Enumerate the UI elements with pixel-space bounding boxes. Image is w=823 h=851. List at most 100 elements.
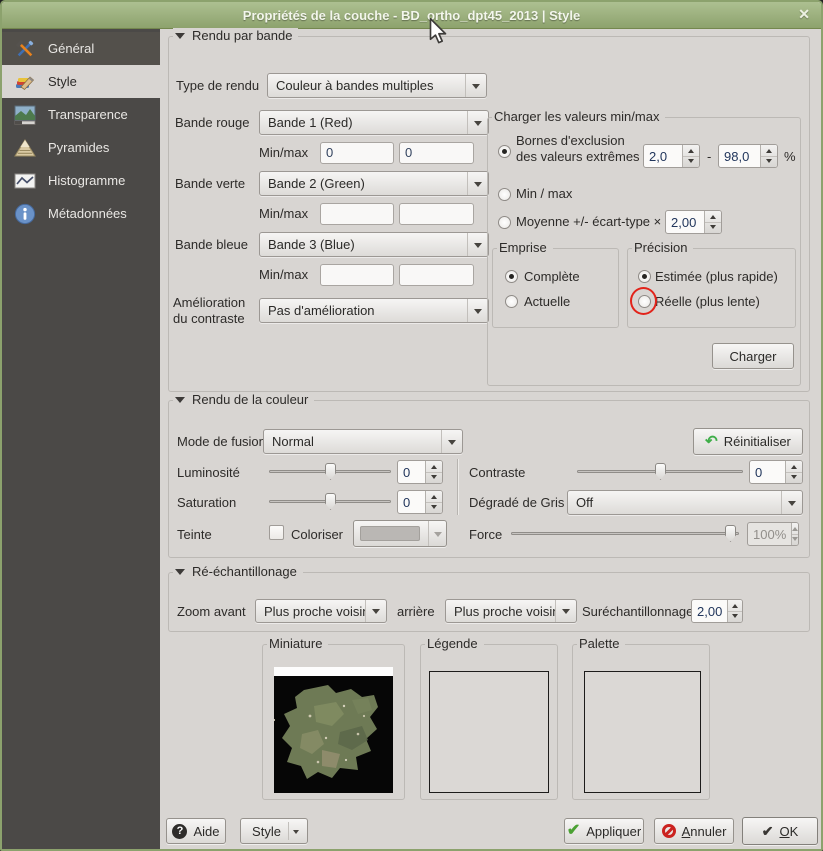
apply-button[interactable]: ✔ Appliquer [564, 818, 644, 844]
blue-band-combo[interactable]: Bande 3 (Blue) [259, 232, 489, 257]
slider-handle[interactable] [325, 493, 336, 510]
help-button[interactable]: ? Aide [166, 818, 226, 844]
cut-min-spinbox[interactable]: 2,0 [643, 144, 700, 168]
close-icon[interactable]: ✕ [798, 6, 810, 23]
spin-arrows-icon[interactable] [785, 461, 802, 483]
spin-arrows-icon[interactable] [704, 211, 721, 233]
cut-extremes-label: Bornes d'exclusion des valeurs extrêmes [516, 133, 644, 165]
tools-icon [13, 37, 37, 61]
blend-mode-combo[interactable]: Normal [263, 429, 463, 454]
spin-arrows-icon[interactable] [682, 145, 699, 167]
spin-arrows-icon[interactable] [727, 600, 742, 622]
cut-max-spinbox[interactable]: 98,0 [718, 144, 778, 168]
chevron-down-icon [555, 600, 576, 622]
render-type-label: Type de rendu [176, 78, 259, 93]
accuracy-estimated-radio[interactable] [638, 270, 651, 283]
chevron-down-icon [428, 521, 446, 546]
cancel-button[interactable]: Annuler [654, 818, 734, 844]
sidebar-item-histogram[interactable]: Histogramme [2, 164, 160, 197]
render-type-combo[interactable]: Couleur à bandes multiples [267, 73, 487, 98]
blue-band-value: Bande 3 (Blue) [260, 233, 467, 256]
load-button[interactable]: Charger [712, 343, 794, 369]
stddev-radio-label: Moyenne +/- écart-type × [516, 214, 661, 229]
accuracy-group: Précision Estimée (plus rapide) Réelle (… [627, 248, 796, 328]
minmax-radio[interactable] [498, 188, 511, 201]
transparency-icon [13, 103, 37, 127]
brightness-spinbox[interactable]: 0 [397, 460, 443, 484]
blue-max-input[interactable] [399, 264, 474, 286]
grayscale-label: Dégradé de Gris [469, 495, 564, 510]
colorize-checkbox[interactable] [269, 525, 284, 540]
palette-box [584, 671, 701, 793]
green-minmax-label: Min/max [259, 206, 308, 221]
reset-button[interactable]: ↶ Réinitialiser [693, 428, 803, 455]
strength-slider[interactable] [511, 523, 739, 545]
blue-min-input[interactable] [320, 264, 394, 286]
contrast-enhance-label: Amélioration du contraste [173, 295, 259, 327]
colorize-color-button[interactable] [353, 520, 447, 547]
blend-mode-label: Mode de fusion [177, 434, 266, 449]
resampling-header[interactable]: Ré-échantillonage [173, 564, 303, 579]
red-band-combo[interactable]: Bande 1 (Red) [259, 110, 489, 135]
chevron-down-icon [289, 826, 303, 837]
saturation-spinbox[interactable]: 0 [397, 490, 443, 514]
spin-arrows-icon[interactable] [425, 491, 442, 513]
red-min-input[interactable]: 0 [320, 142, 394, 164]
saturation-slider[interactable] [269, 491, 391, 513]
load-minmax-title: Charger les valeurs min/max [492, 109, 665, 124]
sidebar-item-pyramids[interactable]: Pyramides [2, 131, 160, 164]
accuracy-actual-label: Réelle (plus lente) [655, 294, 760, 309]
green-band-combo[interactable]: Bande 2 (Green) [259, 171, 489, 196]
red-annotation-circle [630, 287, 657, 315]
zoom-in-label: Zoom avant [177, 604, 246, 619]
extent-current-label: Actuelle [524, 294, 570, 309]
sidebar-label: Pyramides [48, 140, 109, 155]
spin-arrows-icon[interactable] [425, 461, 442, 483]
sidebar-item-metadata[interactable]: Métadonnées [2, 197, 160, 230]
sidebar-item-transparency[interactable]: Transparence [2, 98, 160, 131]
red-band-label: Bande rouge [175, 115, 249, 130]
accuracy-title: Précision [632, 240, 693, 255]
stddev-spinbox[interactable]: 2,00 [665, 210, 722, 234]
brightness-slider[interactable] [269, 461, 391, 483]
spin-arrows-icon[interactable] [760, 145, 777, 167]
zoom-out-combo[interactable]: Plus proche voisin [445, 599, 577, 623]
green-band-value: Bande 2 (Green) [260, 172, 467, 195]
ortho-map-image [274, 676, 393, 793]
group-title: Ré-échantillonage [192, 564, 297, 579]
green-min-input[interactable] [320, 203, 394, 225]
legend-group: Légende [420, 644, 558, 800]
legend-box [429, 671, 549, 793]
extent-current-radio[interactable] [505, 295, 518, 308]
slider-handle[interactable] [655, 463, 666, 480]
sidebar-label: Style [48, 74, 77, 89]
sidebar-item-style[interactable]: Style [2, 65, 160, 98]
red-max-input[interactable]: 0 [399, 142, 474, 164]
sidebar-item-general[interactable]: Général [2, 32, 160, 65]
contrast-slider[interactable] [577, 461, 743, 483]
cut-extremes-radio[interactable] [498, 145, 511, 158]
contrast-spinbox[interactable]: 0 [749, 460, 803, 484]
titlebar[interactable]: Propriétés de la couche - BD_ortho_dpt45… [2, 2, 821, 29]
question-mark-icon: ? [172, 824, 187, 839]
band-rendering-header[interactable]: Rendu par bande [173, 28, 298, 43]
cut-range-dash: - [707, 149, 711, 164]
oversampling-spinbox[interactable]: 2,00 [691, 599, 743, 623]
info-icon [13, 202, 37, 226]
line-chart-icon [13, 169, 37, 193]
zoom-out-label: arrière [397, 604, 435, 619]
stddev-radio[interactable] [498, 216, 511, 229]
zoom-in-combo[interactable]: Plus proche voisin [255, 599, 387, 623]
green-max-input[interactable] [399, 203, 474, 225]
contrast-enhance-combo[interactable]: Pas d'amélioration [259, 298, 489, 323]
extent-full-radio[interactable] [505, 270, 518, 283]
slider-handle[interactable] [325, 463, 336, 480]
slider-handle[interactable] [725, 525, 736, 542]
grayscale-combo[interactable]: Off [567, 490, 803, 515]
color-rendering-header[interactable]: Rendu de la couleur [173, 392, 314, 407]
sidebar-label: Métadonnées [48, 206, 127, 221]
palette-title: Palette [577, 636, 625, 651]
separator [457, 459, 458, 515]
style-menu-button[interactable]: Style [240, 818, 308, 844]
ok-button[interactable]: ✔ OK [742, 817, 818, 845]
